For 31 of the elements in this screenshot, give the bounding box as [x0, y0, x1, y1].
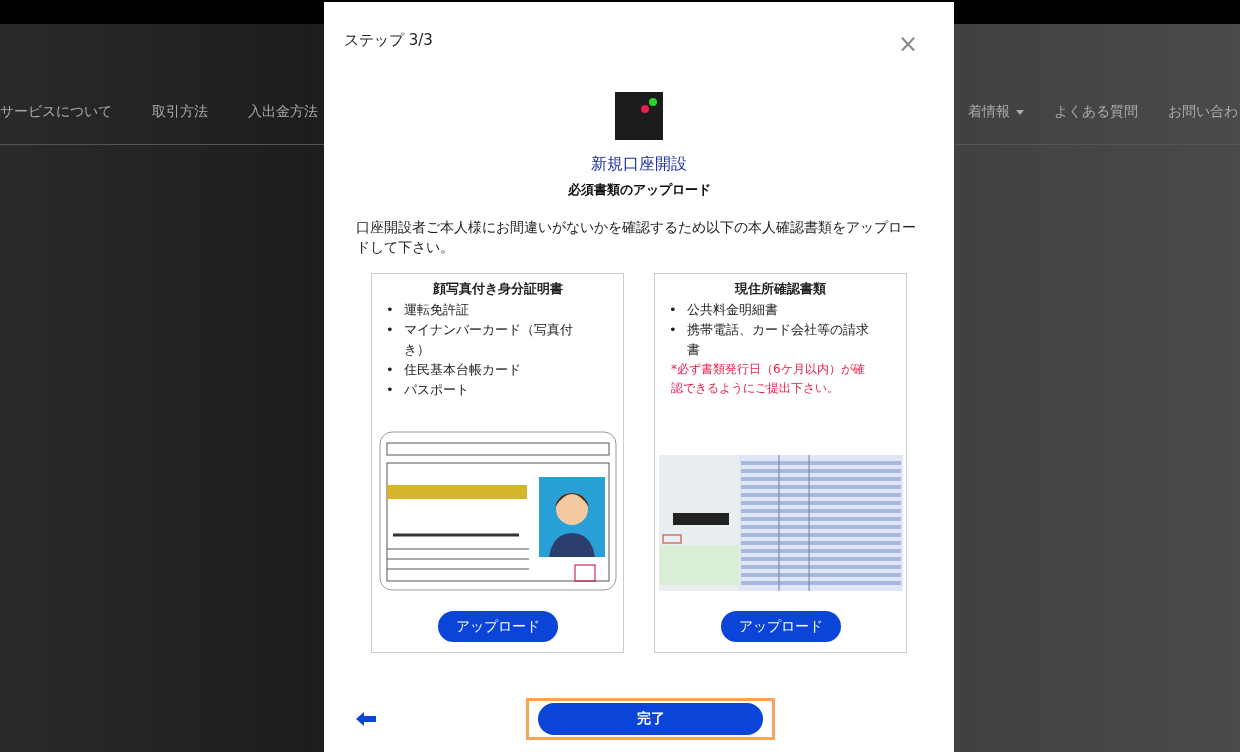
- bullet: •: [386, 361, 394, 379]
- list-item: 携帯電話、カード会社等の請求書: [686, 321, 870, 359]
- list-item: パスポート: [403, 381, 469, 399]
- dialog-subtitle: 必須書類のアップロード: [567, 181, 711, 199]
- logo-icon: [615, 92, 663, 140]
- description-text: 口座開設者ご本人様にお間違いがないかを確認するため以下の本人確認書類をアップロードして下さい。: [356, 218, 917, 257]
- bullet: •: [386, 321, 394, 339]
- list-item: 住民基本台帳カード: [403, 361, 521, 379]
- list-item: 運転免許証: [403, 301, 469, 319]
- done-button[interactable]: 完了: [538, 703, 763, 735]
- card-title: 現住所確認書類: [735, 280, 826, 298]
- list-item: 公共料金明細書: [686, 301, 778, 319]
- back-arrow-icon[interactable]: [356, 712, 376, 726]
- list-item: マイナンバーカード（写真付き）: [403, 321, 574, 359]
- step-label: ステップ 3/3: [344, 30, 433, 50]
- bullet: •: [386, 301, 394, 319]
- bullet: •: [669, 321, 677, 339]
- note-text: *必ず書類発行日（6ケ月以内）が確認できるようにご提出下さい。: [670, 361, 866, 397]
- nav-link[interactable]: 取引方法: [152, 103, 208, 121]
- dialog-title: 新規口座開設: [591, 154, 687, 175]
- upload-button[interactable]: アップロード: [437, 611, 558, 642]
- bullet: •: [669, 301, 677, 319]
- nav-link[interactable]: 入出金方法: [248, 103, 318, 121]
- nav-link[interactable]: 着情報: [968, 103, 1024, 121]
- close-button[interactable]: ×: [897, 30, 934, 58]
- nav-link[interactable]: サービスについて: [0, 103, 112, 121]
- nav-link[interactable]: お問い合わ: [1168, 103, 1238, 121]
- nav-link[interactable]: よくある質問: [1054, 103, 1138, 121]
- card-title: 顔写真付き身分証明書: [432, 280, 563, 298]
- bullet: •: [386, 381, 394, 399]
- upload-button[interactable]: アップロード: [720, 611, 841, 642]
